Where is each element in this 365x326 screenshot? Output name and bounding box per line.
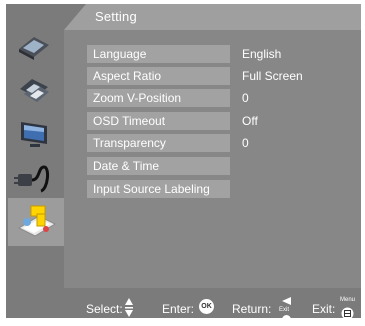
menu-item-date-time[interactable]: Date & Time bbox=[87, 157, 357, 175]
menu-item-label: Transparency bbox=[87, 134, 230, 152]
menu-item-osd-timeout[interactable]: OSD Timeout Off bbox=[87, 112, 357, 130]
left-arrow-icon bbox=[282, 297, 291, 305]
osd-menu: Setting Language English Aspect Ratio Fu… bbox=[0, 0, 365, 326]
page-title: Setting bbox=[95, 9, 137, 24]
exit-key-label: Exit bbox=[279, 307, 290, 313]
menu-item-label: Input Source Labeling bbox=[87, 180, 230, 198]
menu-key-label: Menu bbox=[340, 297, 356, 303]
enter-hint: Enter: bbox=[162, 302, 195, 316]
menu-item-label: Date & Time bbox=[87, 157, 230, 175]
menu-button-icon bbox=[341, 307, 354, 320]
monitor-icon[interactable] bbox=[12, 114, 56, 154]
menu-item-value: Off bbox=[242, 114, 258, 128]
audio-plug-icon[interactable] bbox=[12, 158, 56, 198]
menu-item-label: OSD Timeout bbox=[87, 112, 230, 130]
ok-button-icon: OK bbox=[199, 299, 214, 314]
category-sidebar bbox=[6, 4, 66, 314]
setting-icon[interactable] bbox=[8, 198, 66, 246]
menu-item-language[interactable]: Language English bbox=[87, 45, 357, 63]
menu-item-value: English bbox=[242, 47, 282, 61]
exit-hint: Exit: bbox=[312, 302, 336, 316]
menu-item-label: Aspect Ratio bbox=[87, 67, 230, 85]
exit-button-icon bbox=[282, 315, 291, 324]
menu-item-aspect-ratio[interactable]: Aspect Ratio Full Screen bbox=[87, 67, 357, 85]
menu-item-transparency[interactable]: Transparency 0 bbox=[87, 134, 357, 152]
return-hint: Return: bbox=[232, 302, 272, 316]
menu-item-label: Language bbox=[87, 45, 230, 63]
color-icon[interactable] bbox=[12, 70, 56, 110]
menu-item-label: Zoom V-Position bbox=[87, 89, 230, 107]
menu-item-value: Full Screen bbox=[242, 69, 303, 83]
picture-icon[interactable] bbox=[12, 26, 56, 66]
menu-item-value: 0 bbox=[242, 136, 249, 150]
menu-item-zoom-v-position[interactable]: Zoom V-Position 0 bbox=[87, 89, 357, 107]
menu-item-value: 0 bbox=[242, 91, 249, 105]
menu-item-input-source-labeling[interactable]: Input Source Labeling bbox=[87, 180, 357, 198]
up-down-arrows-icon bbox=[125, 298, 133, 317]
select-hint: Select: bbox=[86, 302, 123, 316]
title-notch bbox=[64, 4, 86, 30]
